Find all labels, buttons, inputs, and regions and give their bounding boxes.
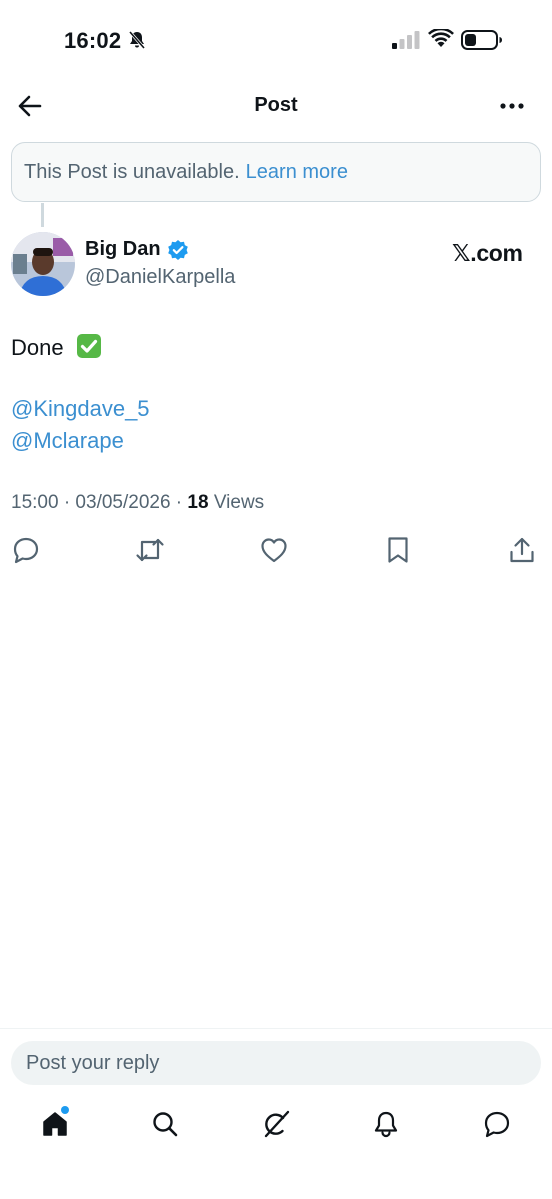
status-time: 16:02 [64,28,122,53]
like-icon [261,538,287,563]
bookmark-button[interactable] [383,535,413,565]
tab-search[interactable] [148,1107,182,1141]
notification-dot [61,1106,69,1114]
user-handle[interactable]: @DanielKarpella [85,266,235,289]
avatar-image [11,232,75,296]
bottom-area [0,1028,552,1199]
views-label: Views [208,492,265,513]
bell-icon [374,1111,398,1138]
home-icon [43,1112,67,1136]
battery-icon [461,30,502,50]
post-text-content: Done [11,335,64,360]
unavailable-text: This Post is unavailable. [24,160,240,183]
tab-messages[interactable] [480,1107,514,1141]
reply-button[interactable] [11,535,41,565]
more-options-button[interactable] [494,90,530,122]
tab-grok[interactable] [259,1107,293,1141]
page-title: Post [254,94,298,116]
reply-icon [13,537,39,564]
thread-line [41,203,44,227]
display-name-row: Big Dan [85,238,189,261]
source-label: 𝕏.com [452,240,523,266]
search-icon [153,1112,178,1137]
reply-input[interactable] [11,1041,541,1085]
share-icon [510,537,534,563]
mention-link[interactable]: @Mclarape [11,428,124,454]
learn-more-link[interactable]: Learn more [246,161,348,184]
nav-header: Post [0,80,552,130]
more-dots-icon [500,103,524,109]
repost-button[interactable] [135,535,165,565]
post-timestamp: 15:00 · 03/05/2026 · [11,492,188,513]
bell-slash-icon [128,31,146,49]
like-button[interactable] [259,535,289,565]
bookmark-icon [388,537,408,563]
wifi-icon [428,29,454,47]
verified-badge-icon [167,239,188,260]
unavailable-notice: This Post is unavailable. Learn more [11,142,541,202]
display-name[interactable]: Big Dan [85,238,161,261]
share-button[interactable] [507,535,537,565]
messages-icon [484,1111,510,1138]
repost-icon [136,538,164,562]
cellular-signal-icon [392,31,420,49]
check-mark-emoji [76,334,101,358]
status-bar: 16:02 [0,0,552,80]
views-count: 18 [187,492,209,513]
avatar[interactable] [11,232,75,296]
tab-notifications[interactable] [369,1107,403,1141]
grok-icon [264,1110,290,1138]
mention-link[interactable]: @Kingdave_5 [11,396,150,422]
post-meta: 15:00 · 03/05/2026 · 18 Views [11,492,264,514]
post-text: Done [11,332,102,364]
